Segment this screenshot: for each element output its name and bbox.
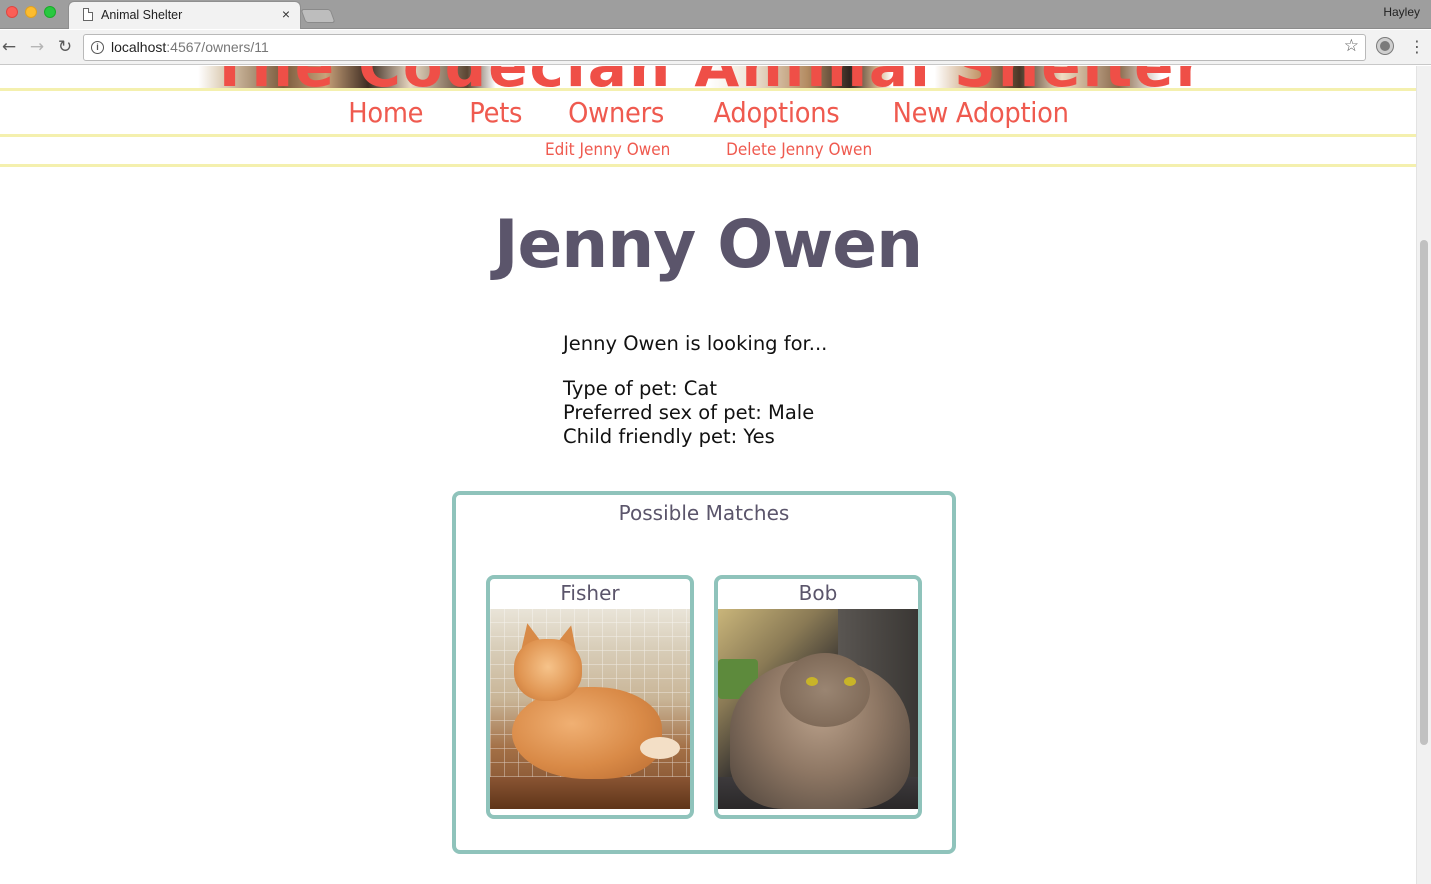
document-icon — [83, 8, 93, 21]
matches-title: Possible Matches — [618, 501, 790, 525]
pet-sex-preference: Preferred sex of pet: Male — [563, 401, 815, 424]
photo-detail — [806, 677, 818, 686]
owner-preferences: Jenny Owen is looking for... Type of pet… — [563, 332, 827, 449]
maximize-window-button[interactable] — [44, 6, 56, 18]
nav-home-link[interactable]: Home — [349, 92, 424, 134]
pet-photo[interactable] — [718, 609, 918, 809]
photo-detail — [490, 777, 690, 809]
possible-matches-panel: Possible Matches Fisher Bob — [452, 491, 956, 854]
close-window-button[interactable] — [6, 6, 18, 18]
browser-toolbar: ← → ↻ i localhost:4567/owners/11 ☆ ⋮ — [0, 30, 1431, 65]
divider — [0, 88, 1416, 91]
pet-name: Bob — [798, 581, 838, 605]
nav-new-adoption-link[interactable]: New Adoption — [893, 92, 1069, 134]
photo-detail — [512, 687, 662, 779]
main-nav: Home Pets Owners Adoptions New Adoption — [0, 92, 1416, 134]
address-bar[interactable]: i localhost:4567/owners/11 ☆ — [83, 34, 1366, 61]
photo-detail — [640, 737, 680, 759]
extension-icon[interactable] — [1377, 38, 1393, 54]
pet-photo[interactable] — [490, 609, 690, 809]
back-arrow-icon[interactable]: ← — [0, 36, 20, 58]
forward-arrow-icon[interactable]: → — [26, 36, 48, 58]
browser-tab-bar: Animal Shelter × Hayley — [0, 0, 1431, 29]
page-viewport: The Codeclan Animal Shelter Home Pets Ow… — [0, 66, 1416, 884]
preferences-intro: Jenny Owen is looking for... — [563, 332, 828, 355]
pet-card[interactable]: Bob — [714, 575, 922, 819]
divider — [0, 164, 1416, 167]
delete-owner-link[interactable]: Delete Jenny Owen — [726, 138, 872, 162]
divider — [0, 134, 1416, 137]
banner-title: The Codeclan Animal Shelter — [0, 66, 1416, 88]
minimize-window-button[interactable] — [25, 6, 37, 18]
profile-name[interactable]: Hayley — [1383, 5, 1420, 19]
page-title: Jenny Owen — [493, 206, 923, 283]
tab-title: Animal Shelter — [101, 8, 183, 22]
photo-detail — [514, 639, 582, 701]
child-friendly-preference: Child friendly pet: Yes — [563, 425, 775, 448]
info-icon[interactable]: i — [91, 41, 104, 54]
edit-owner-link[interactable]: Edit Jenny Owen — [545, 138, 670, 162]
pet-type-preference: Type of pet: Cat — [563, 377, 717, 400]
star-icon[interactable]: ☆ — [1344, 36, 1359, 56]
nav-adoptions-link[interactable]: Adoptions — [714, 92, 840, 134]
url-path: :4567/owners/11 — [166, 39, 269, 55]
browser-tab[interactable]: Animal Shelter × — [68, 1, 301, 29]
url-text[interactable]: localhost:4567/owners/11 — [111, 39, 269, 55]
scrollbar-thumb[interactable] — [1420, 240, 1428, 745]
kebab-menu-icon[interactable]: ⋮ — [1409, 36, 1425, 58]
new-tab-button[interactable] — [300, 9, 336, 23]
pet-name: Fisher — [560, 581, 620, 605]
photo-detail — [844, 677, 856, 686]
owner-actions-nav: Edit Jenny Owen Delete Jenny Owen — [0, 138, 1416, 162]
nav-owners-link[interactable]: Owners — [568, 92, 664, 134]
photo-detail — [780, 653, 870, 727]
reload-icon[interactable]: ↻ — [54, 36, 76, 58]
tab-close-icon[interactable]: × — [282, 6, 290, 22]
pet-card[interactable]: Fisher — [486, 575, 694, 819]
page-scrollbar[interactable] — [1416, 66, 1431, 884]
nav-pets-link[interactable]: Pets — [469, 92, 522, 134]
url-host: localhost — [111, 39, 167, 55]
header-banner: The Codeclan Animal Shelter — [0, 66, 1416, 88]
